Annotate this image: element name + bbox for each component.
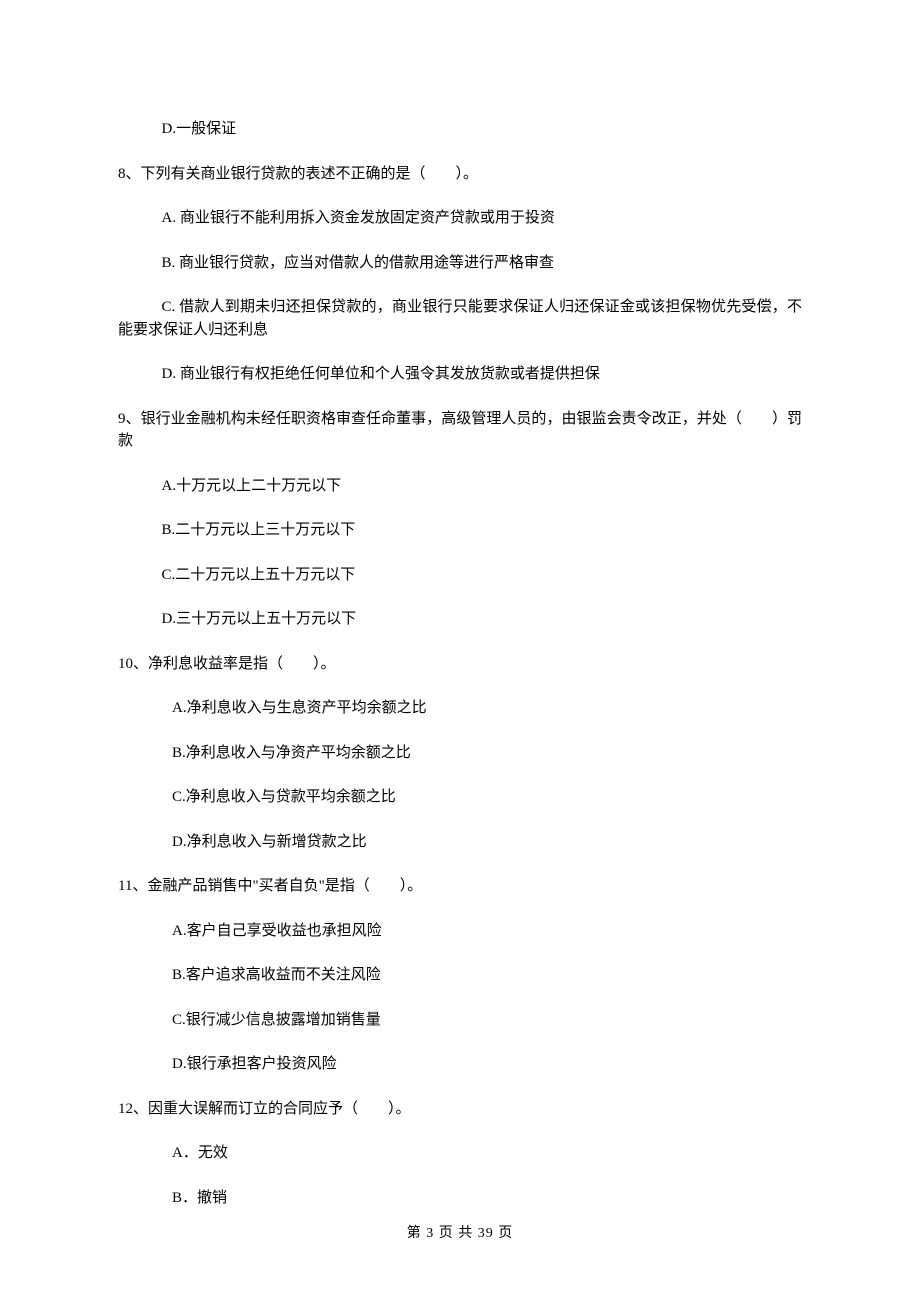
q10-option-a: A.净利息收入与生息资产平均余额之比 <box>118 697 802 720</box>
q12-option-b: B．撤销 <box>118 1187 802 1210</box>
document-page: D.一般保证 8、下列有关商业银行贷款的表述不正确的是（ ）。 A. 商业银行不… <box>0 0 920 1302</box>
q9-option-c: C.二十万元以上五十万元以下 <box>118 564 802 587</box>
q12-stem: 12、因重大误解而订立的合同应予（ ）。 <box>118 1098 802 1121</box>
q12-option-a: A．无效 <box>118 1142 802 1165</box>
q9-option-a: A.十万元以上二十万元以下 <box>118 475 802 498</box>
page-footer: 第 3 页 共 39 页 <box>0 1223 920 1244</box>
q9-stem: 9、银行业金融机构未经任职资格审查任命董事，高级管理人员的，由银监会责令改正，并… <box>118 408 802 453</box>
q8-option-d: D. 商业银行有权拒绝任何单位和个人强令其发放货款或者提供担保 <box>118 363 802 386</box>
q8-option-b: B. 商业银行贷款，应当对借款人的借款用途等进行严格审查 <box>118 252 802 275</box>
q10-option-b: B.净利息收入与净资产平均余额之比 <box>118 742 802 765</box>
q9-option-b: B.二十万元以上三十万元以下 <box>118 519 802 542</box>
q8-stem: 8、下列有关商业银行贷款的表述不正确的是（ ）。 <box>118 163 802 186</box>
q8-option-a: A. 商业银行不能利用拆入资金发放固定资产贷款或用于投资 <box>118 207 802 230</box>
q7-option-d: D.一般保证 <box>118 118 802 141</box>
q11-stem: 11、金融产品销售中"买者自负"是指（ ）。 <box>118 875 802 898</box>
q8-option-c: C. 借款人到期未归还担保贷款的，商业银行只能要求保证人归还保证金或该担保物优先… <box>118 296 802 341</box>
q11-option-d: D.银行承担客户投资风险 <box>118 1053 802 1076</box>
q11-option-c: C.银行减少信息披露增加销售量 <box>118 1009 802 1032</box>
q9-option-d: D.三十万元以上五十万元以下 <box>118 608 802 631</box>
q10-option-d: D.净利息收入与新增贷款之比 <box>118 831 802 854</box>
q11-option-b: B.客户追求高收益而不关注风险 <box>118 964 802 987</box>
q10-option-c: C.净利息收入与贷款平均余额之比 <box>118 786 802 809</box>
q11-option-a: A.客户自己享受收益也承担风险 <box>118 920 802 943</box>
q10-stem: 10、净利息收益率是指（ ）。 <box>118 653 802 676</box>
